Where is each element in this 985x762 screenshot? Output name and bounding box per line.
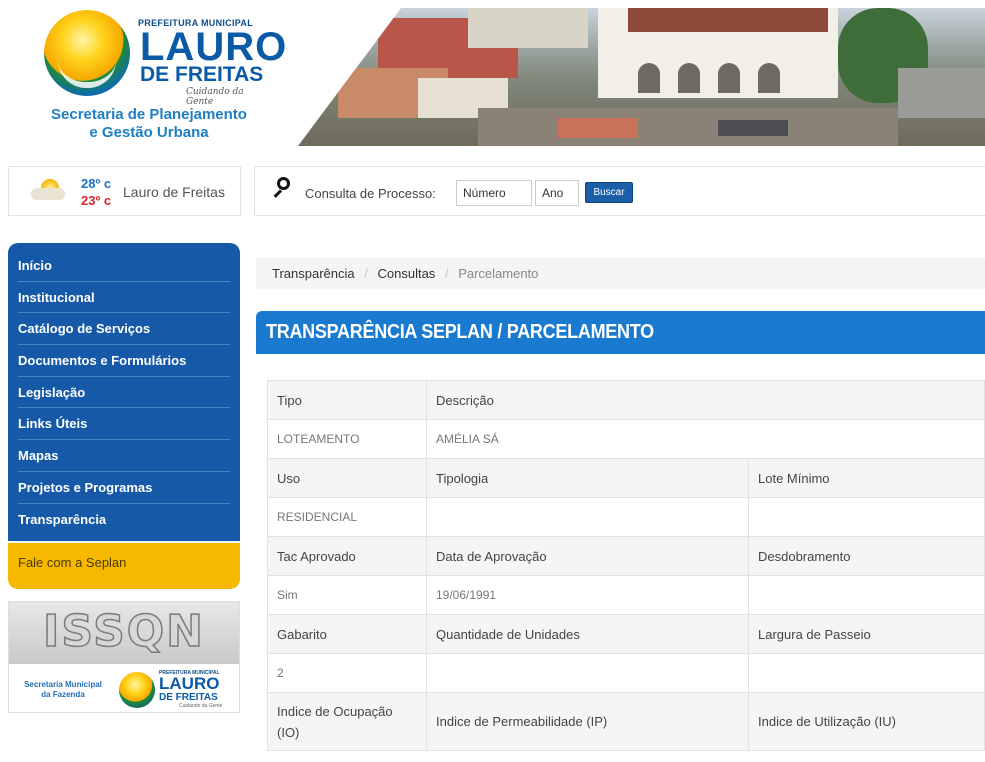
table-header-cell: Tipologia: [426, 458, 749, 498]
table-header-cell: Indice de Permeabilidade (IP): [426, 692, 749, 751]
table-row: Tac Aprovado Data de Aprovação Desdobramen…: [267, 536, 985, 576]
breadcrumb-separator: /: [444, 266, 449, 281]
table-value-cell: [748, 497, 985, 537]
issqn-logo-line1: LAURO: [159, 674, 220, 693]
issqn-logo-sun-icon: [119, 672, 155, 708]
issqn-logo-line2: DE FREITAS: [159, 692, 218, 703]
logo-name-line1: LAURO: [140, 25, 288, 69]
table-row: Uso Tipologia Lote Mínimo: [267, 458, 985, 498]
site-header: PREFEITURA MUNICIPAL LAURO DE FREITAS Cu…: [0, 0, 985, 150]
logo-tagline: Cuidando da Gente: [186, 87, 244, 107]
ano-input[interactable]: [535, 180, 579, 206]
table-row: Sim 19/06/1991: [267, 575, 985, 615]
numero-input[interactable]: [456, 180, 532, 206]
table-row: 2: [267, 653, 985, 693]
process-search-bar: Consulta de Processo: Buscar: [254, 166, 985, 216]
breadcrumb-transparencia[interactable]: Transparência: [272, 266, 355, 281]
breadcrumb-separator: /: [364, 266, 368, 281]
table-value-cell: RESIDENCIAL: [267, 497, 427, 537]
table-header-cell: Tac Aprovado: [267, 536, 427, 576]
weather-city: Lauro de Freitas: [123, 184, 225, 200]
sidebar-item-documentos-formularios[interactable]: Documentos e Formulários: [18, 345, 230, 377]
header-city-photo: [298, 8, 985, 146]
table-value-cell: AMÉLIA SÁ: [426, 419, 985, 459]
search-icon: [271, 177, 293, 199]
table-value-cell: [748, 653, 985, 693]
parcelamento-table: Tipo Descrição LOTEAMENTO AMÉLIA SÁ Uso Tipol…: [267, 380, 985, 751]
table-row: Tipo Descrição: [267, 380, 985, 420]
sidebar-item-institucional[interactable]: Institucional: [18, 282, 230, 314]
table-header-cell: Tipo: [267, 380, 427, 420]
table-header-cell: Uso: [267, 458, 427, 498]
table-row: LOTEAMENTO AMÉLIA SÁ: [267, 419, 985, 459]
table-value-cell: 2: [267, 653, 427, 693]
breadcrumb-consultas[interactable]: Consultas: [378, 266, 436, 281]
table-row: Indice de Ocupação (IO) Indice de Permeab…: [267, 692, 985, 751]
logo-sun-icon: [44, 10, 130, 96]
table-value-cell: 19/06/1991: [426, 575, 749, 615]
table-header-cell: Data de Aprovação: [426, 536, 749, 576]
table-value-cell: [426, 497, 749, 537]
table-header-cell: Indice de Utilização (IU): [748, 692, 985, 751]
page-title-bar: TRANSPARÊNCIA SEPLAN / PARCELAMENTO: [256, 311, 985, 354]
secretaria-title: Secretaria de Planejamento e Gestão Urba…: [40, 106, 258, 142]
table-value-cell: LOTEAMENTO: [267, 419, 427, 459]
sidebar-item-mapas[interactable]: Mapas: [18, 440, 230, 472]
table-header-cell: Quantidade de Unidades: [426, 614, 749, 654]
page-title: TRANSPARÊNCIA SEPLAN / PARCELAMENTO: [266, 321, 654, 343]
fale-com-seplan-link[interactable]: Fale com a Seplan: [8, 543, 240, 589]
secretaria-line1: Secretaria de Planejamento: [51, 106, 247, 123]
table-header-cell: Gabarito: [267, 614, 427, 654]
table-header-cell: Indice de Ocupação (IO): [267, 692, 427, 751]
issqn-logo-tagline: Cuidando da Gente: [179, 703, 223, 709]
table-header-cell: Lote Mínimo: [748, 458, 985, 498]
temperature-min: 23º c: [81, 193, 112, 208]
sidebar-item-projetos-programas[interactable]: Projetos e Programas: [18, 472, 230, 504]
sidebar-item-catalogo-servicos[interactable]: Catálogo de Serviços: [18, 313, 230, 346]
secretaria-line2: e Gestão Urbana: [89, 124, 209, 141]
search-label: Consulta de Processo:: [305, 186, 436, 201]
table-value-cell: [748, 575, 985, 615]
weather-widget: 28º c 23º c Lauro de Freitas: [8, 166, 241, 216]
issqn-secretaria: Secretaria Municipal da Fazenda: [24, 680, 102, 699]
logo-name-line2: DE FREITAS: [140, 63, 264, 86]
issqn-banner[interactable]: ISSQN Secretaria Municipal da Fazenda PR…: [8, 601, 240, 713]
lauro-de-freitas-logo[interactable]: PREFEITURA MUNICIPAL LAURO DE FREITAS Cu…: [38, 8, 286, 107]
sidebar-menu: Início Institucional Catálogo de Serviço…: [8, 243, 240, 542]
sidebar-item-links-uteis[interactable]: Links Úteis: [18, 408, 230, 441]
table-header-cell: Largura de Passeio: [748, 614, 985, 654]
issqn-title: ISSQN: [42, 605, 205, 658]
table-header-cell: Descrição: [426, 380, 985, 420]
sun-cloud-icon: [31, 179, 69, 201]
table-row: RESIDENCIAL: [267, 497, 985, 537]
table-row: Gabarito Quantidade de Unidades Largura de…: [267, 614, 985, 654]
sidebar-item-legislacao[interactable]: Legislação: [18, 377, 230, 409]
buscar-button[interactable]: Buscar: [585, 182, 633, 203]
table-value-cell: [426, 653, 749, 693]
temperature-max: 28º c: [81, 176, 112, 191]
breadcrumb: Transparência / Consultas / Parcelamento: [256, 258, 985, 289]
table-value-cell: Sim: [267, 575, 427, 615]
sidebar-item-transparencia[interactable]: Transparência: [18, 504, 230, 536]
sidebar-item-inicio[interactable]: Início: [18, 250, 230, 282]
table-header-cell: Desdobramento: [748, 536, 985, 576]
breadcrumb-current: Parcelamento: [458, 266, 539, 281]
